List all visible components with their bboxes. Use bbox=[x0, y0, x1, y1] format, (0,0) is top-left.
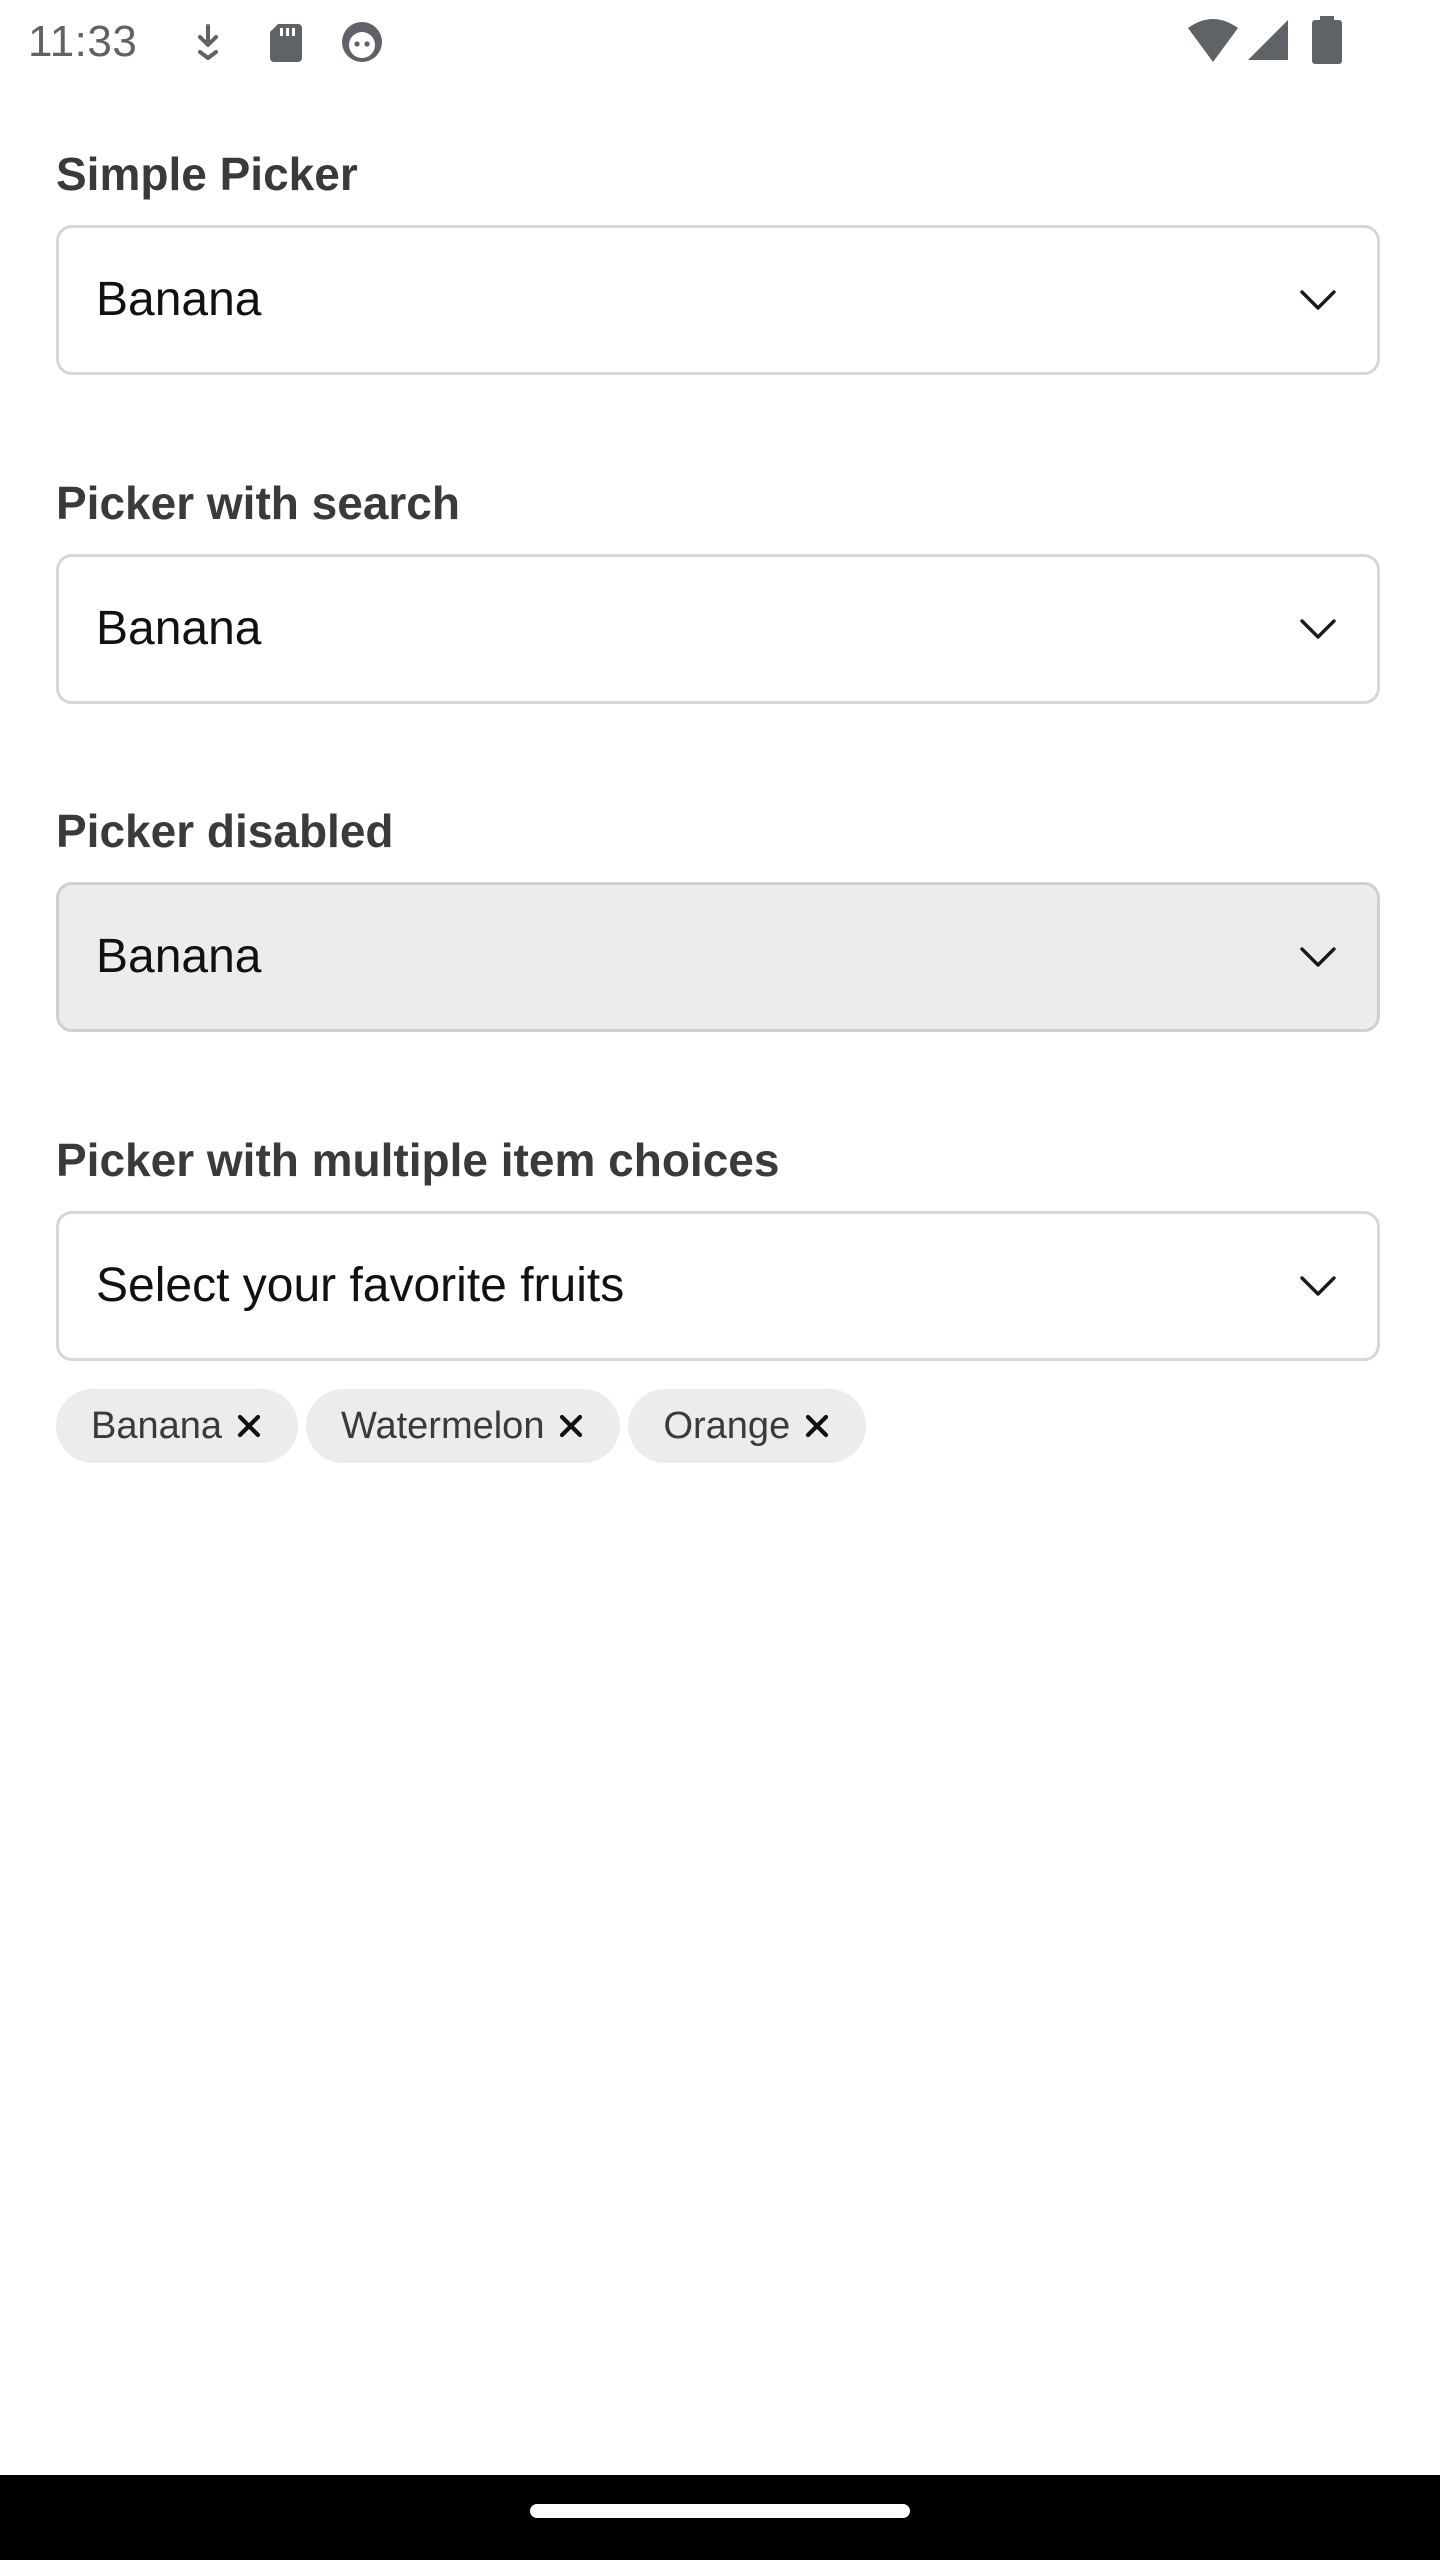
section-label-multi-picker: Picker with multiple item choices bbox=[56, 1134, 780, 1186]
close-icon[interactable] bbox=[232, 1409, 266, 1443]
status-bar: 11:33 bbox=[0, 0, 1440, 84]
download-icon bbox=[184, 18, 232, 66]
chevron-down-icon bbox=[1293, 275, 1343, 325]
face-icon bbox=[338, 18, 386, 66]
chip-orange: Orange bbox=[628, 1389, 867, 1463]
section-label-picker-disabled: Picker disabled bbox=[56, 805, 394, 857]
multi-select-picker[interactable]: Select your favorite fruits bbox=[56, 1211, 1380, 1361]
selected-chips: Banana Watermelon Orange bbox=[56, 1389, 867, 1463]
chip-watermelon: Watermelon bbox=[306, 1389, 621, 1463]
picker-placeholder: Select your favorite fruits bbox=[96, 1259, 625, 1312]
home-gesture-handle[interactable] bbox=[530, 2504, 910, 2518]
close-icon[interactable] bbox=[800, 1409, 834, 1443]
picker-value: Banana bbox=[96, 602, 262, 655]
simple-picker[interactable]: Banana bbox=[56, 225, 1380, 375]
chip-banana: Banana bbox=[56, 1389, 299, 1463]
battery-icon bbox=[1306, 16, 1348, 66]
section-label-simple-picker: Simple Picker bbox=[56, 148, 358, 200]
disabled-picker: Banana bbox=[56, 882, 1380, 1032]
navigation-bar bbox=[0, 2475, 1440, 2560]
signal-icon bbox=[1244, 16, 1292, 64]
chip-label: Orange bbox=[663, 1405, 791, 1447]
sd-card-icon bbox=[262, 18, 310, 66]
close-icon[interactable] bbox=[554, 1409, 588, 1443]
chevron-down-icon bbox=[1293, 604, 1343, 654]
wifi-icon bbox=[1186, 16, 1240, 70]
chip-label: Banana bbox=[91, 1405, 223, 1447]
chip-label: Watermelon bbox=[341, 1405, 545, 1447]
chevron-down-icon bbox=[1293, 1261, 1343, 1311]
chevron-down-icon bbox=[1293, 932, 1343, 982]
search-picker[interactable]: Banana bbox=[56, 554, 1380, 704]
picker-value: Banana bbox=[96, 930, 262, 983]
status-time: 11:33 bbox=[28, 17, 138, 66]
section-label-picker-with-search: Picker with search bbox=[56, 477, 460, 529]
picker-value: Banana bbox=[96, 273, 262, 326]
